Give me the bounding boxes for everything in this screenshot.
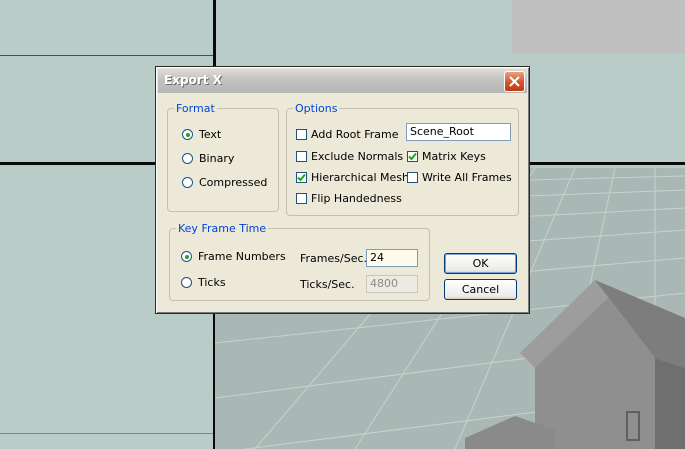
cancel-button[interactable]: Cancel [444, 279, 517, 300]
checkbox-unchecked-icon [296, 129, 307, 140]
export-x-dialog: Export X Format Text Binary Compressed O… [155, 66, 530, 314]
dialog-title: Export X [164, 73, 222, 87]
flip-handedness-checkbox[interactable]: Flip Handedness [296, 192, 402, 205]
options-group: Options Add Root Frame Scene_Root Exclud… [286, 102, 519, 216]
radio-unselected-icon [182, 153, 193, 164]
exclude-normals-checkbox[interactable]: Exclude Normals [296, 150, 403, 163]
checkbox-checked-icon [407, 151, 418, 162]
frame-numbers-label: Frame Numbers [198, 250, 286, 263]
scene-object-top [512, 0, 685, 54]
matrix-keys-checkbox[interactable]: Matrix Keys [407, 150, 486, 163]
ok-button[interactable]: OK [444, 253, 517, 274]
format-legend: Format [174, 102, 217, 115]
close-icon [509, 76, 520, 87]
add-root-frame-checkbox[interactable]: Add Root Frame [296, 128, 398, 141]
format-binary-label: Binary [199, 152, 235, 165]
write-all-frames-checkbox[interactable]: Write All Frames [407, 171, 512, 184]
root-frame-name-input[interactable]: Scene_Root [406, 123, 511, 141]
format-binary-radio[interactable]: Binary [182, 152, 234, 165]
checkbox-unchecked-icon [296, 193, 307, 204]
format-compressed-radio[interactable]: Compressed [182, 176, 267, 189]
format-text-label: Text [199, 128, 222, 141]
dialog-titlebar[interactable]: Export X [158, 69, 527, 93]
frames-per-sec-label: Frames/Sec. [300, 252, 368, 265]
format-text-radio[interactable]: Text [182, 128, 221, 141]
ticks-per-sec-input: 4800 [366, 275, 418, 293]
add-root-frame-label: Add Root Frame [311, 128, 399, 141]
format-compressed-label: Compressed [199, 176, 268, 189]
radio-selected-icon [181, 251, 192, 262]
radio-unselected-icon [182, 177, 193, 188]
exclude-normals-label: Exclude Normals [311, 150, 404, 163]
radio-selected-icon [182, 129, 193, 140]
ticks-radio[interactable]: Ticks [181, 276, 226, 289]
green-axis-line [0, 433, 213, 434]
matrix-keys-label: Matrix Keys [422, 150, 486, 163]
hierarchical-mesh-label: Hierarchical Mesh [311, 171, 410, 184]
checkbox-checked-icon [296, 172, 307, 183]
key-frame-time-legend: Key Frame Time [176, 222, 269, 235]
close-button[interactable] [504, 71, 525, 92]
hierarchical-mesh-checkbox[interactable]: Hierarchical Mesh [296, 171, 409, 184]
frames-per-sec-input[interactable]: 24 [366, 249, 418, 267]
checkbox-unchecked-icon [296, 151, 307, 162]
ticks-label: Ticks [198, 276, 226, 289]
radio-unselected-icon [181, 277, 192, 288]
frame-numbers-radio[interactable]: Frame Numbers [181, 250, 286, 263]
flip-handedness-label: Flip Handedness [311, 192, 402, 205]
checkbox-unchecked-icon [407, 172, 418, 183]
blue-axis-line [0, 55, 213, 56]
write-all-frames-label: Write All Frames [422, 171, 512, 184]
options-legend: Options [293, 102, 340, 115]
format-group: Format Text Binary Compressed [167, 102, 279, 212]
ticks-per-sec-label: Ticks/Sec. [300, 278, 355, 291]
key-frame-time-group: Key Frame Time Frame Numbers Ticks Frame… [169, 222, 430, 301]
